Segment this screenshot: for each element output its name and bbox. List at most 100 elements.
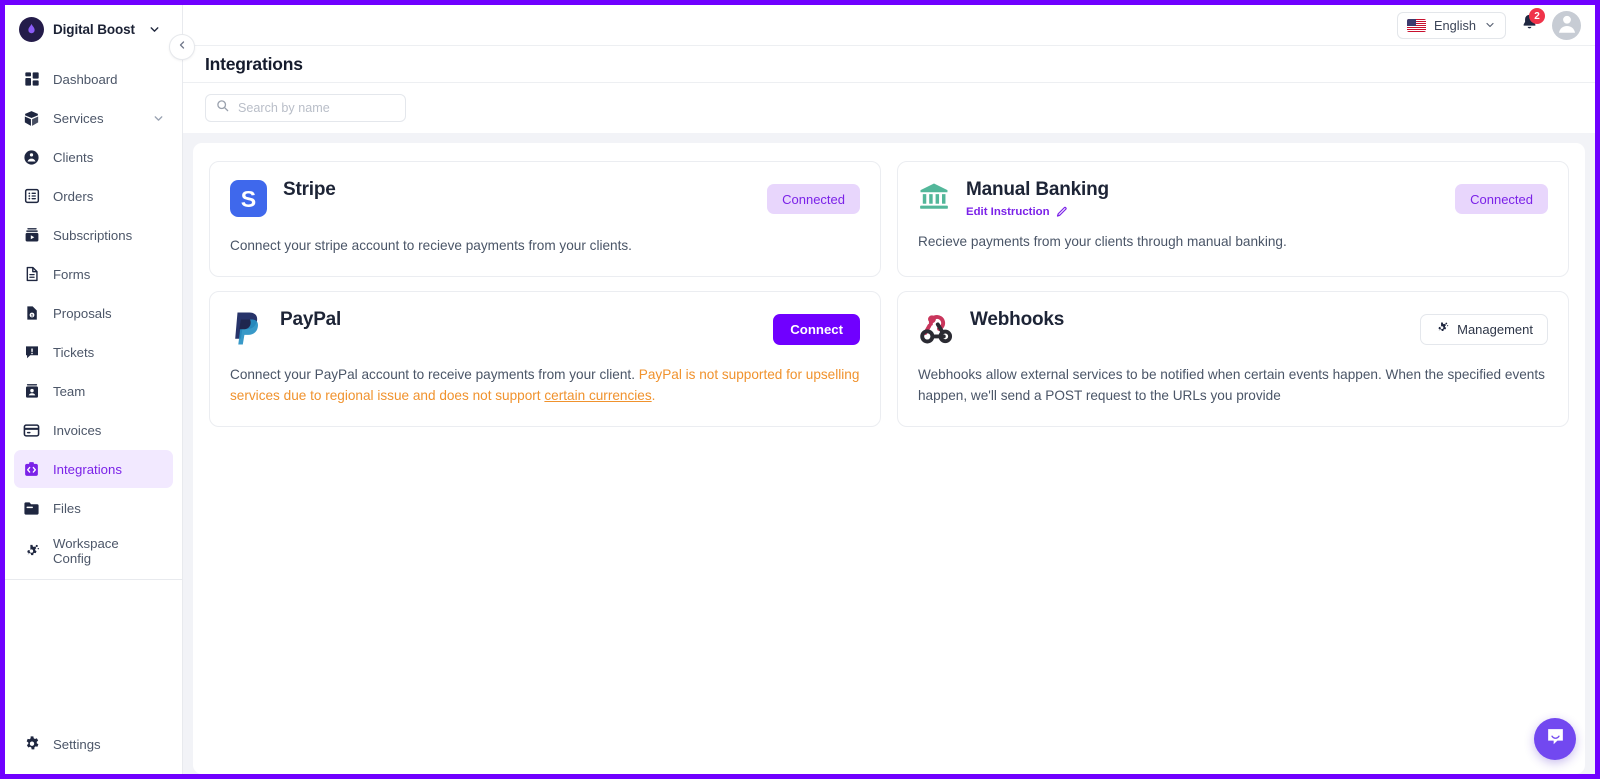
proposal-invoice-icon: $ [22,305,41,321]
notification-count-badge: 2 [1529,8,1545,24]
status-badge: Connected [767,184,860,214]
sidebar-item-label: Proposals [53,305,112,321]
sidebar-collapse-button[interactable] [169,34,195,60]
chevron-left-icon [176,38,188,56]
integrations-grid: S Stripe Connected Connect your stripe a… [209,161,1569,428]
box-package-icon [22,110,41,127]
search-box[interactable] [205,94,406,122]
sidebar-item-settings[interactable]: Settings [14,725,173,763]
certain-currencies-link[interactable]: certain currencies [544,388,651,403]
stripe-logo-icon: S [230,179,267,222]
pencil-icon[interactable] [1056,206,1068,218]
content-canvas: S Stripe Connected Connect your stripe a… [183,133,1595,774]
sidebar-item-invoices[interactable]: Invoices [14,411,173,449]
card-title: Stripe [283,179,336,200]
search-input[interactable] [238,101,395,115]
card-title: Manual Banking [966,179,1109,200]
integrations-panel: S Stripe Connected Connect your stripe a… [193,143,1585,774]
dashboard-grid-icon [22,71,41,87]
sidebar: Digital Boost Dashboard Services Clients… [5,5,195,774]
paypal-logo-icon [230,309,264,351]
sidebar-item-forms[interactable]: Forms [14,255,173,293]
sidebar-item-label: Forms [53,266,91,282]
chat-launcher-button[interactable] [1534,718,1576,760]
us-flag-icon [1407,18,1427,32]
webhook-logo-icon [918,309,954,351]
sidebar-item-label: Orders [53,188,94,204]
user-avatar-icon [1554,11,1580,40]
topbar: English 2 [183,5,1595,45]
workspace-switcher[interactable]: Digital Boost [5,5,182,54]
edit-instruction-link[interactable]: Edit Instruction [966,206,1050,218]
avatar[interactable] [1552,10,1581,40]
integration-card-webhooks: Webhooks Management Webhooks allow exter… [897,291,1569,428]
sidebar-item-label: Workspace Config [53,536,119,566]
team-person-icon [22,383,41,399]
sidebar-item-subscriptions[interactable]: Subscriptions [14,216,173,254]
card-description: Connect your PayPal account to receive p… [230,364,860,406]
card-title: Webhooks [970,309,1065,331]
sidebar-nav: Dashboard Services Clients Orders Subscr… [5,54,182,575]
chevron-down-icon [152,112,165,125]
sidebar-item-label: Files [53,500,81,516]
ticket-chat-icon [22,344,41,360]
digital-boost-logo [19,17,44,42]
gear-sparkle-icon [22,543,41,560]
list-box-icon [22,188,41,204]
svg-text:S: S [241,186,256,212]
main-area: English 2 Integrations Search by name S … [183,5,1595,774]
sidebar-item-orders[interactable]: Orders [14,177,173,215]
subscription-icon [22,227,41,243]
card-description: Webhooks allow external services to be n… [918,367,1545,404]
language-selector[interactable]: English [1397,11,1506,39]
sidebar-item-label: Settings [53,736,101,752]
management-button-label: Management [1457,322,1533,338]
sidebar-item-clients[interactable]: Clients [14,138,173,176]
card-description: Recieve payments from your clients throu… [918,233,1287,249]
sidebar-item-proposals[interactable]: $ Proposals [14,294,173,332]
folder-icon [22,500,41,517]
search-icon [216,99,229,117]
bank-columns-icon [918,179,950,217]
paypal-warning-period: . [651,388,656,404]
integration-card-paypal: PayPal Connect Connect your PayPal accou… [209,291,881,428]
sidebar-item-tickets[interactable]: Tickets [14,333,173,371]
card-title: PayPal [280,309,342,331]
document-icon [22,266,41,282]
integration-card-manual-banking: Manual Banking Edit Instruction Connecte… [897,161,1569,278]
gear-icon [22,735,41,753]
integrations-icon [22,461,41,478]
search-row [183,83,1595,133]
card-description: Connect your stripe account to recieve p… [230,238,632,253]
sidebar-item-label: Clients [53,149,94,165]
sidebar-footer: Settings [5,725,182,774]
integration-card-stripe: S Stripe Connected Connect your stripe a… [209,161,881,278]
page-title: Integrations [205,53,303,74]
sidebar-item-label: Team [53,383,86,399]
language-label: English [1434,17,1476,33]
notifications-button[interactable]: 2 [1516,8,1545,38]
people-circle-icon [22,149,41,166]
sidebar-item-services[interactable]: Services [14,99,173,137]
gear-sparkle-icon [1435,321,1449,338]
sidebar-item-team[interactable]: Team [14,372,173,410]
sidebar-item-label: Tickets [53,344,95,360]
sidebar-item-label: Dashboard [53,71,118,87]
paypal-description-normal: Connect your PayPal account to receive p… [230,367,639,383]
sidebar-item-workspace-config[interactable]: Workspace Config [14,528,173,574]
chevron-down-icon [1484,19,1496,31]
chevron-down-icon [148,23,161,36]
app-window: Digital Boost Dashboard Services Clients… [0,0,1600,779]
sidebar-item-label: Services [53,110,104,126]
workspace-name: Digital Boost [53,22,135,37]
sidebar-item-files[interactable]: Files [14,489,173,527]
sidebar-item-label: Subscriptions [53,227,133,243]
connect-button[interactable]: Connect [773,314,860,346]
sidebar-item-integrations[interactable]: Integrations [14,450,173,488]
management-button[interactable]: Management [1420,314,1548,346]
chat-bubble-icon [1545,726,1566,752]
sidebar-item-dashboard[interactable]: Dashboard [14,60,173,98]
page-header: Integrations [183,45,1595,83]
sidebar-item-label: Integrations [53,461,122,477]
